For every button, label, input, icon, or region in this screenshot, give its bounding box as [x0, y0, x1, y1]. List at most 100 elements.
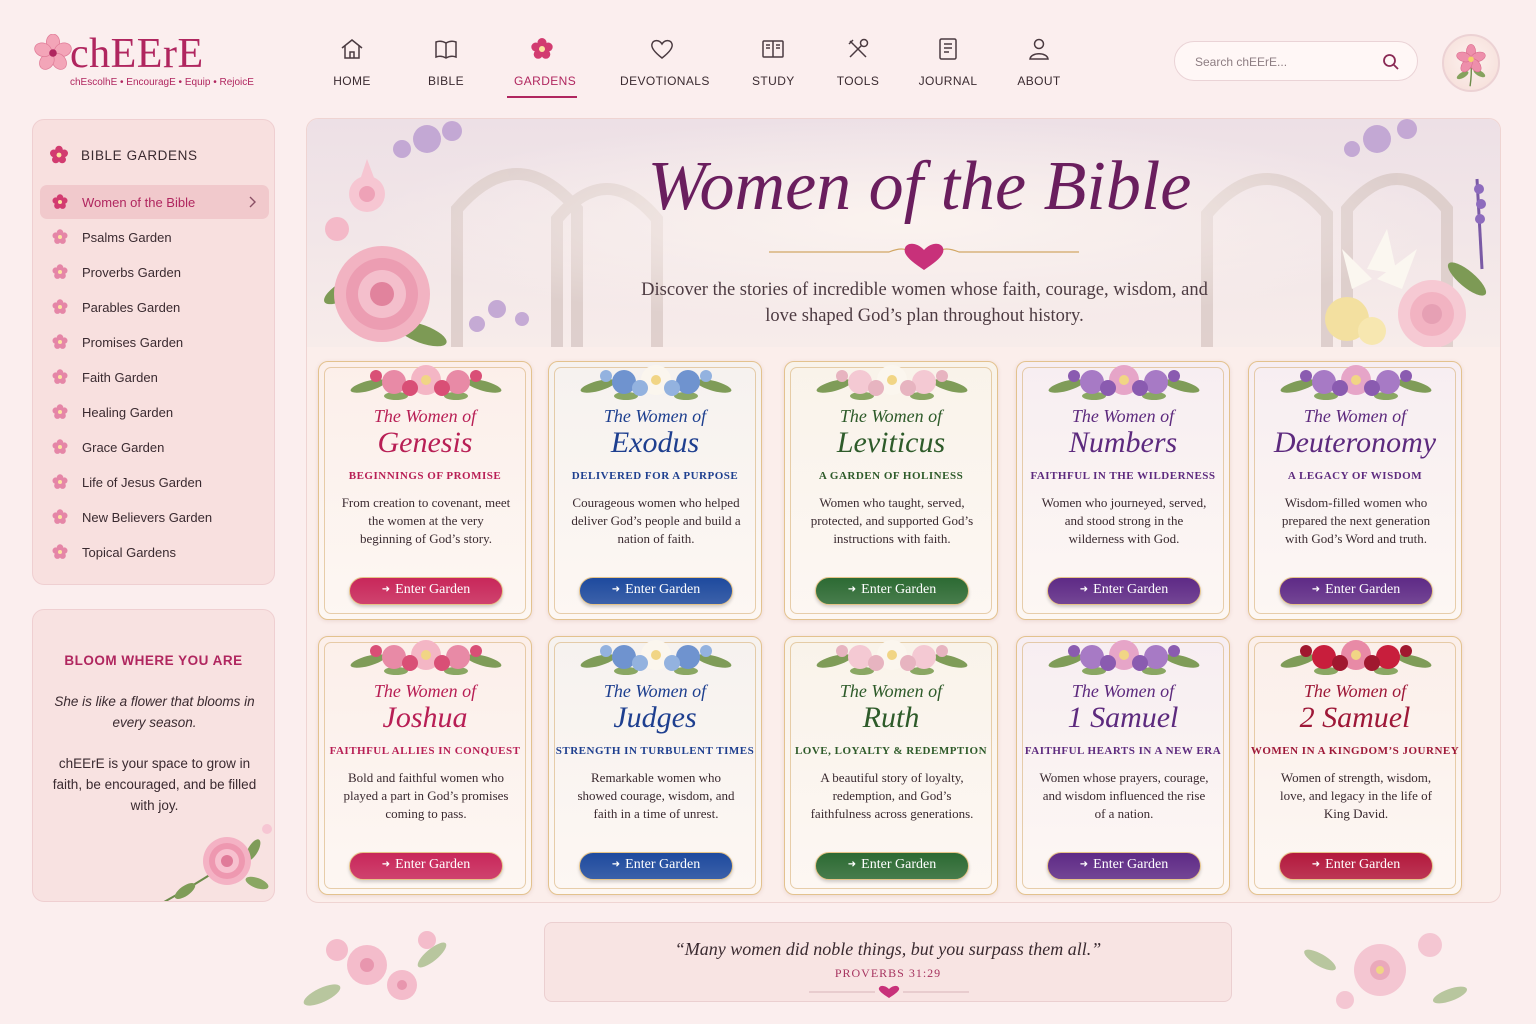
card-book-title: 1 Samuel: [1067, 701, 1179, 734]
garden-card[interactable]: The Women of Leviticus A GARDEN OF HOLINES…: [784, 361, 998, 620]
book-icon: [435, 40, 457, 59]
card-book-title: Genesis: [377, 426, 473, 459]
enter-garden-button[interactable]: ➜ Enter Garden: [579, 577, 733, 605]
nav-gardens[interactable]: GARDENS: [507, 36, 577, 98]
garden-card[interactable]: The Women of 2 Samuel WOMEN IN A KINGDOM’S…: [1248, 636, 1462, 895]
enter-garden-label: Enter Garden: [861, 582, 937, 597]
card-description: Bold and faithful women who played a par…: [343, 770, 509, 821]
search-icon[interactable]: [1381, 52, 1401, 72]
card-book-title: Deuteronomy: [1273, 426, 1437, 459]
sidebar-item[interactable]: Faith Garden: [40, 360, 269, 394]
bloom-body: chEErE is your space to grow in faith, b…: [52, 756, 257, 813]
enter-garden-label: Enter Garden: [625, 582, 701, 597]
sidebar-item[interactable]: Parables Garden: [40, 290, 269, 324]
enter-garden-button[interactable]: ➜ Enter Garden: [815, 852, 969, 880]
top-header: chEErE chEscolhE • EncouragE • Equip • R…: [0, 0, 1536, 110]
card-subtitle: BEGINNINGS OF PROMISE: [348, 470, 502, 482]
avatar[interactable]: [1442, 34, 1500, 92]
chevron-right-icon: [249, 196, 256, 208]
card-prefix: The Women of: [373, 406, 477, 426]
card-prefix: The Women of: [1303, 681, 1407, 701]
enter-garden-label: Enter Garden: [395, 582, 471, 597]
scripture-quote: “Many women did noble things, but you su…: [674, 939, 1102, 959]
card-subtitle: FAITHFUL ALLIES IN CONQUEST: [329, 745, 521, 757]
flower-icon: [52, 509, 68, 524]
avatar-flower-icon: [1456, 44, 1486, 87]
rose-illustration: [163, 824, 272, 901]
flower-spray-icon: [580, 365, 732, 400]
card-book-title: Joshua: [382, 701, 468, 734]
enter-garden-button[interactable]: ➜ Enter Garden: [349, 852, 503, 880]
garden-card[interactable]: The Women of Numbers FAITHFUL IN THE WILDE…: [1016, 361, 1230, 620]
enter-garden-button[interactable]: ➜ Enter Garden: [1279, 852, 1433, 880]
nav-label-bible: BIBLE: [428, 74, 465, 88]
flower-spray-icon: [816, 365, 968, 400]
nav-bible[interactable]: BIBLE: [428, 36, 464, 98]
nav-label-study: STUDY: [752, 74, 795, 88]
enter-garden-button[interactable]: ➜ Enter Garden: [815, 577, 969, 605]
nav-tools[interactable]: TOOLS: [836, 36, 880, 98]
nav-label-about: ABOUT: [1017, 74, 1061, 88]
sidebar-item-label: Topical Gardens: [82, 545, 176, 560]
sidebar-item[interactable]: Life of Jesus Garden: [40, 465, 269, 499]
garden-card[interactable]: The Women of Ruth LOVE, LOYALTY & REDEMPTI…: [784, 636, 998, 895]
garden-card[interactable]: The Women of Genesis BEGINNINGS OF PROMISE…: [318, 361, 532, 620]
arrow-icon: ➜: [1311, 859, 1321, 870]
garden-card[interactable]: The Women of Judges STRENGTH IN TURBULENT …: [548, 636, 762, 895]
garden-card[interactable]: The Women of Deuteronomy A LEGACY OF WISDO…: [1248, 361, 1462, 620]
nav-home[interactable]: HOME: [332, 36, 372, 98]
garden-card[interactable]: The Women of 1 Samuel FAITHFUL HEARTS IN A…: [1016, 636, 1230, 895]
arrow-icon: ➜: [381, 584, 391, 595]
arrow-icon: ➜: [847, 859, 857, 870]
sidebar-item[interactable]: Psalms Garden: [40, 220, 269, 254]
sidebar-item-label: Grace Garden: [82, 440, 165, 455]
garden-card[interactable]: The Women of Exodus DELIVERED FOR A PURPOS…: [548, 361, 762, 620]
card-book-title: Exodus: [610, 426, 700, 459]
left-floral-illustration: [303, 931, 447, 1006]
sidebar-title: BIBLE GARDENS: [81, 148, 198, 163]
brand-name: chEErE: [70, 31, 204, 77]
enter-garden-button[interactable]: ➜ Enter Garden: [1047, 577, 1201, 605]
arrow-icon: ➜: [847, 584, 857, 595]
arrow-icon: ➜: [1311, 584, 1321, 595]
card-prefix: The Women of: [373, 681, 477, 701]
flower-spray-icon: [1280, 640, 1432, 675]
nav-journal[interactable]: JOURNAL: [918, 36, 978, 98]
flower-icon: [52, 474, 68, 489]
garden-card[interactable]: The Women of Joshua FAITHFUL ALLIES IN CON…: [318, 636, 532, 895]
nav-study[interactable]: STUDY: [752, 36, 794, 98]
sidebar-item[interactable]: Proverbs Garden: [40, 255, 269, 289]
flower-icon: [52, 404, 68, 419]
enter-garden-button[interactable]: ➜ Enter Garden: [349, 577, 503, 605]
sidebar-item-label: Faith Garden: [82, 370, 158, 385]
nav-label-tools: TOOLS: [836, 74, 880, 88]
sidebar-item[interactable]: Promises Garden: [40, 325, 269, 359]
sidebar-item[interactable]: Women of the Bible: [40, 185, 269, 219]
nav-about[interactable]: ABOUT: [1016, 36, 1062, 98]
flower-icon: [52, 229, 68, 244]
sidebar-item[interactable]: Grace Garden: [40, 430, 269, 464]
bloom-quote: She is like a flower that blooms in ever…: [54, 694, 255, 730]
enter-garden-button[interactable]: ➜ Enter Garden: [1279, 577, 1433, 605]
nav-label-devotionals: DEVOTIONALS: [620, 74, 710, 88]
enter-garden-button[interactable]: ➜ Enter Garden: [579, 852, 733, 880]
sidebar-item[interactable]: New Believers Garden: [40, 500, 269, 534]
flower-icon: [531, 38, 553, 59]
nav-devotionals[interactable]: DEVOTIONALS: [620, 36, 710, 98]
enter-garden-button[interactable]: ➜ Enter Garden: [1047, 852, 1201, 880]
sidebar-item[interactable]: Healing Garden: [40, 395, 269, 429]
nav-label-gardens: GARDENS: [514, 74, 577, 88]
flower-icon: [52, 194, 68, 209]
arrow-icon: ➜: [381, 859, 391, 870]
page-title: Women of the Bible: [647, 148, 1192, 225]
card-subtitle: DELIVERED FOR A PURPOSE: [571, 470, 739, 482]
flower-icon: [52, 439, 68, 454]
flower-icon: [52, 369, 68, 384]
journal-icon: [939, 38, 957, 60]
sidebar-item[interactable]: Topical Gardens: [40, 535, 269, 569]
arrow-icon: ➜: [1079, 859, 1089, 870]
search-input[interactable]: [1195, 52, 1375, 72]
cherry-blossom-icon: [34, 34, 72, 70]
page-subtitle: Discover the stories of incredible women…: [641, 280, 1208, 326]
arrow-icon: ➜: [1079, 584, 1089, 595]
